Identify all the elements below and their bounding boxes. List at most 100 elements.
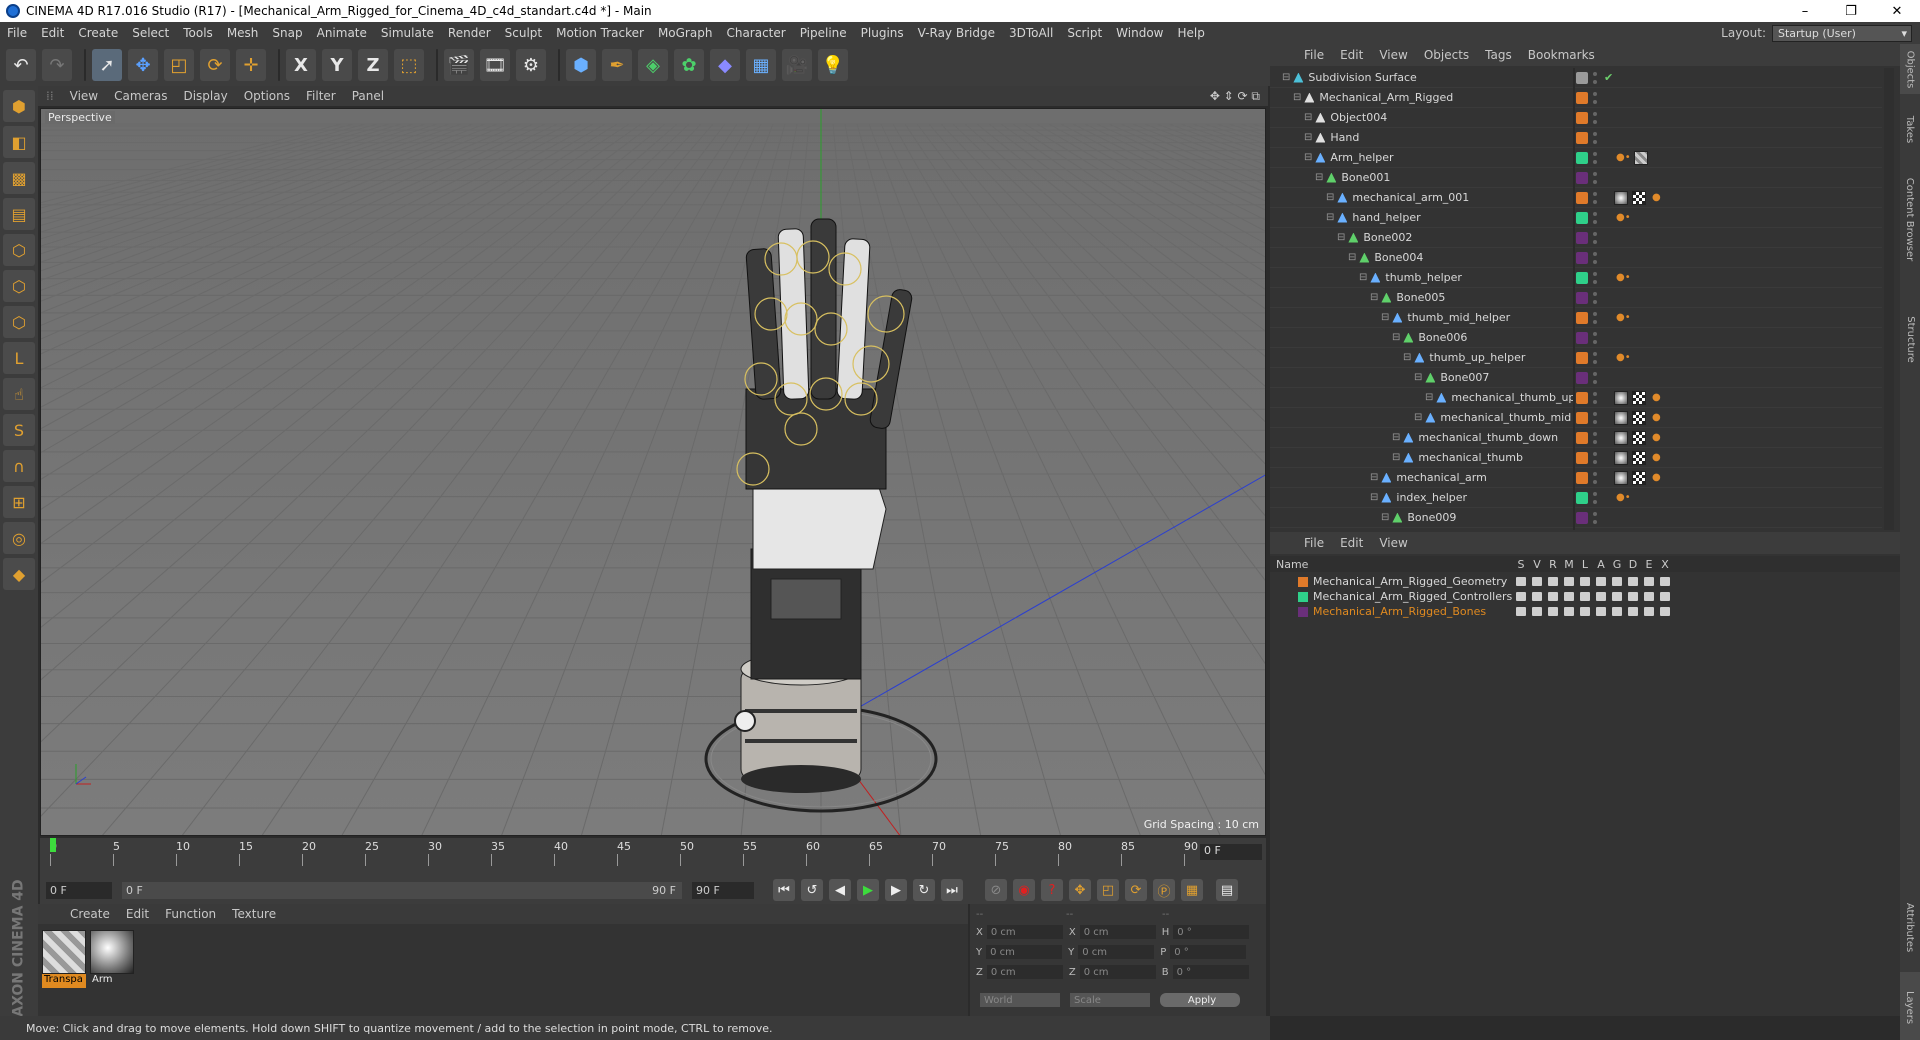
expand-icon[interactable]: ⊟ (1282, 72, 1290, 83)
layer-color-swatch[interactable] (1576, 471, 1588, 484)
object-row[interactable]: ⊟ Subdivision Surface ✔ (1270, 68, 1882, 88)
menu-3dtoall[interactable]: 3DToAll (1002, 26, 1060, 40)
menu-mesh[interactable]: Mesh (220, 26, 266, 40)
position-field[interactable]: 0 cm (986, 965, 1063, 979)
material-tag-icon[interactable] (1614, 430, 1628, 445)
texture-mode-icon[interactable]: ▩ (3, 162, 35, 194)
object-row[interactable]: ⊟ thumb_up_helper ●• (1270, 348, 1882, 368)
visibility-dots[interactable] (1593, 131, 1597, 144)
objects-menu-tags[interactable]: Tags (1477, 48, 1520, 62)
display-tag-icon[interactable] (1634, 150, 1648, 165)
layer-flags[interactable] (1516, 592, 1670, 601)
object-scrollbar[interactable] (1884, 68, 1894, 530)
visibility-dots[interactable] (1593, 271, 1597, 284)
layer-column-header[interactable]: L (1580, 558, 1590, 571)
layer-column-header[interactable]: A (1596, 558, 1606, 571)
expand-icon[interactable]: ⊟ (1381, 512, 1389, 523)
layer-color-swatch[interactable] (1576, 311, 1588, 324)
layer-color-swatch[interactable] (1576, 391, 1588, 404)
object-row[interactable]: ⊟ Arm_helper ●• (1270, 148, 1882, 168)
points-mode-icon[interactable]: ⬡ (3, 234, 35, 266)
object-row[interactable]: ⊟ Bone009 (1270, 508, 1882, 528)
visibility-dots[interactable] (1593, 371, 1597, 384)
layer-color-swatch[interactable] (1576, 431, 1588, 444)
objects-menu-file[interactable]: File (1296, 48, 1332, 62)
scale-select[interactable]: Scale (1070, 993, 1150, 1007)
undo-icon[interactable]: ↶ (6, 49, 36, 81)
next-key-icon[interactable]: ↻ (913, 879, 935, 901)
rotation-field[interactable]: 0 ° (1173, 925, 1250, 939)
visibility-dots[interactable] (1593, 431, 1597, 444)
side-tab-content-browser[interactable]: Content Browser (1900, 164, 1920, 274)
layer-color-swatch[interactable] (1576, 91, 1588, 104)
weight-tag-icon[interactable]: ● (1652, 192, 1661, 203)
deformer-icon[interactable]: ◆ (710, 49, 740, 81)
material-menu-create[interactable]: Create (62, 907, 118, 921)
material-swatch-arm[interactable]: Arm (90, 930, 134, 988)
previous-key-icon[interactable]: ↺ (801, 879, 823, 901)
expand-icon[interactable]: ⊟ (1414, 372, 1422, 383)
side-tab-layers[interactable]: Layers (1900, 972, 1920, 1040)
subdivision-icon[interactable]: ◈ (638, 49, 668, 81)
layer-color-swatch[interactable] (1576, 371, 1588, 384)
menu-tools[interactable]: Tools (176, 26, 220, 40)
layer-color-swatch[interactable] (1576, 231, 1588, 244)
objects-menu-bookmarks[interactable]: Bookmarks (1520, 48, 1603, 62)
rotation-field[interactable]: 0 ° (1170, 945, 1247, 959)
visibility-dots[interactable] (1593, 251, 1597, 264)
visibility-dots[interactable] (1593, 491, 1597, 504)
size-field[interactable]: 0 cm (1078, 945, 1155, 959)
weight-tag-icon[interactable]: ● (1652, 472, 1661, 483)
visibility-dots[interactable] (1593, 291, 1597, 304)
layer-column-header[interactable]: G (1612, 558, 1622, 571)
layer-column-header[interactable]: V (1532, 558, 1542, 571)
magnet-icon[interactable]: ∩ (3, 450, 35, 482)
viewport-menu-display[interactable]: Display (175, 89, 235, 103)
menu-mograph[interactable]: MoGraph (651, 26, 720, 40)
y-axis-icon[interactable]: Y (322, 49, 352, 81)
viewport-menu-options[interactable]: Options (236, 89, 298, 103)
visibility-dots[interactable] (1593, 151, 1597, 164)
layer-column-header[interactable]: S (1516, 558, 1526, 571)
layer-color-swatch[interactable] (1576, 251, 1588, 264)
key-scale-icon[interactable]: ◰ (1097, 879, 1119, 901)
menu-animate[interactable]: Animate (310, 26, 374, 40)
layers-menu-edit[interactable]: Edit (1332, 536, 1371, 550)
menu-edit[interactable]: Edit (34, 26, 71, 40)
end-frame-field[interactable]: 90 F (692, 881, 754, 899)
playhead[interactable] (50, 838, 56, 852)
material-tag-icon[interactable] (1614, 390, 1628, 405)
visibility-dots[interactable] (1593, 231, 1597, 244)
object-row[interactable]: ⊟ Bone006 (1270, 328, 1882, 348)
layer-color-swatch[interactable] (1576, 411, 1588, 424)
expand-icon[interactable]: ⊟ (1370, 472, 1378, 483)
layer-column-header[interactable]: D (1628, 558, 1638, 571)
weight-tag-icon[interactable]: ● (1652, 392, 1661, 403)
object-row[interactable]: ⊟ Object004 (1270, 108, 1882, 128)
visibility-dots[interactable] (1593, 171, 1597, 184)
start-frame-field[interactable]: 0 F (46, 881, 112, 899)
layer-column-header[interactable]: M (1564, 558, 1574, 571)
menu-script[interactable]: Script (1060, 26, 1109, 40)
visibility-dots[interactable] (1593, 391, 1597, 404)
polygons-mode-icon[interactable]: ⬡ (3, 306, 35, 338)
object-row[interactable]: ⊟ thumb_mid_helper ●• (1270, 308, 1882, 328)
side-tab-attributes[interactable]: Attributes (1900, 892, 1920, 962)
visibility-dots[interactable] (1593, 411, 1597, 424)
visibility-dots[interactable] (1593, 211, 1597, 224)
camera-icon[interactable]: 🎥 (782, 49, 812, 81)
menu-motion-tracker[interactable]: Motion Tracker (549, 26, 651, 40)
x-axis-icon[interactable]: X (286, 49, 316, 81)
object-row[interactable]: ⊟ thumb_helper ●• (1270, 268, 1882, 288)
key-param-icon[interactable]: Ⓟ (1153, 879, 1175, 901)
layer-color-swatch[interactable] (1576, 331, 1588, 344)
layer-color-swatch[interactable] (1576, 151, 1588, 164)
render-settings-icon[interactable]: ⚙ (516, 49, 546, 81)
size-field[interactable]: 0 cm (1079, 925, 1156, 939)
object-row[interactable]: ⊟ Mechanical_Arm_Rigged (1270, 88, 1882, 108)
minimize-button[interactable]: – (1782, 4, 1828, 19)
visibility-dots[interactable] (1593, 191, 1597, 204)
layer-color-swatch[interactable] (1576, 291, 1588, 304)
visibility-dots[interactable] (1593, 331, 1597, 344)
check-icon[interactable]: ✔ (1604, 71, 1613, 84)
